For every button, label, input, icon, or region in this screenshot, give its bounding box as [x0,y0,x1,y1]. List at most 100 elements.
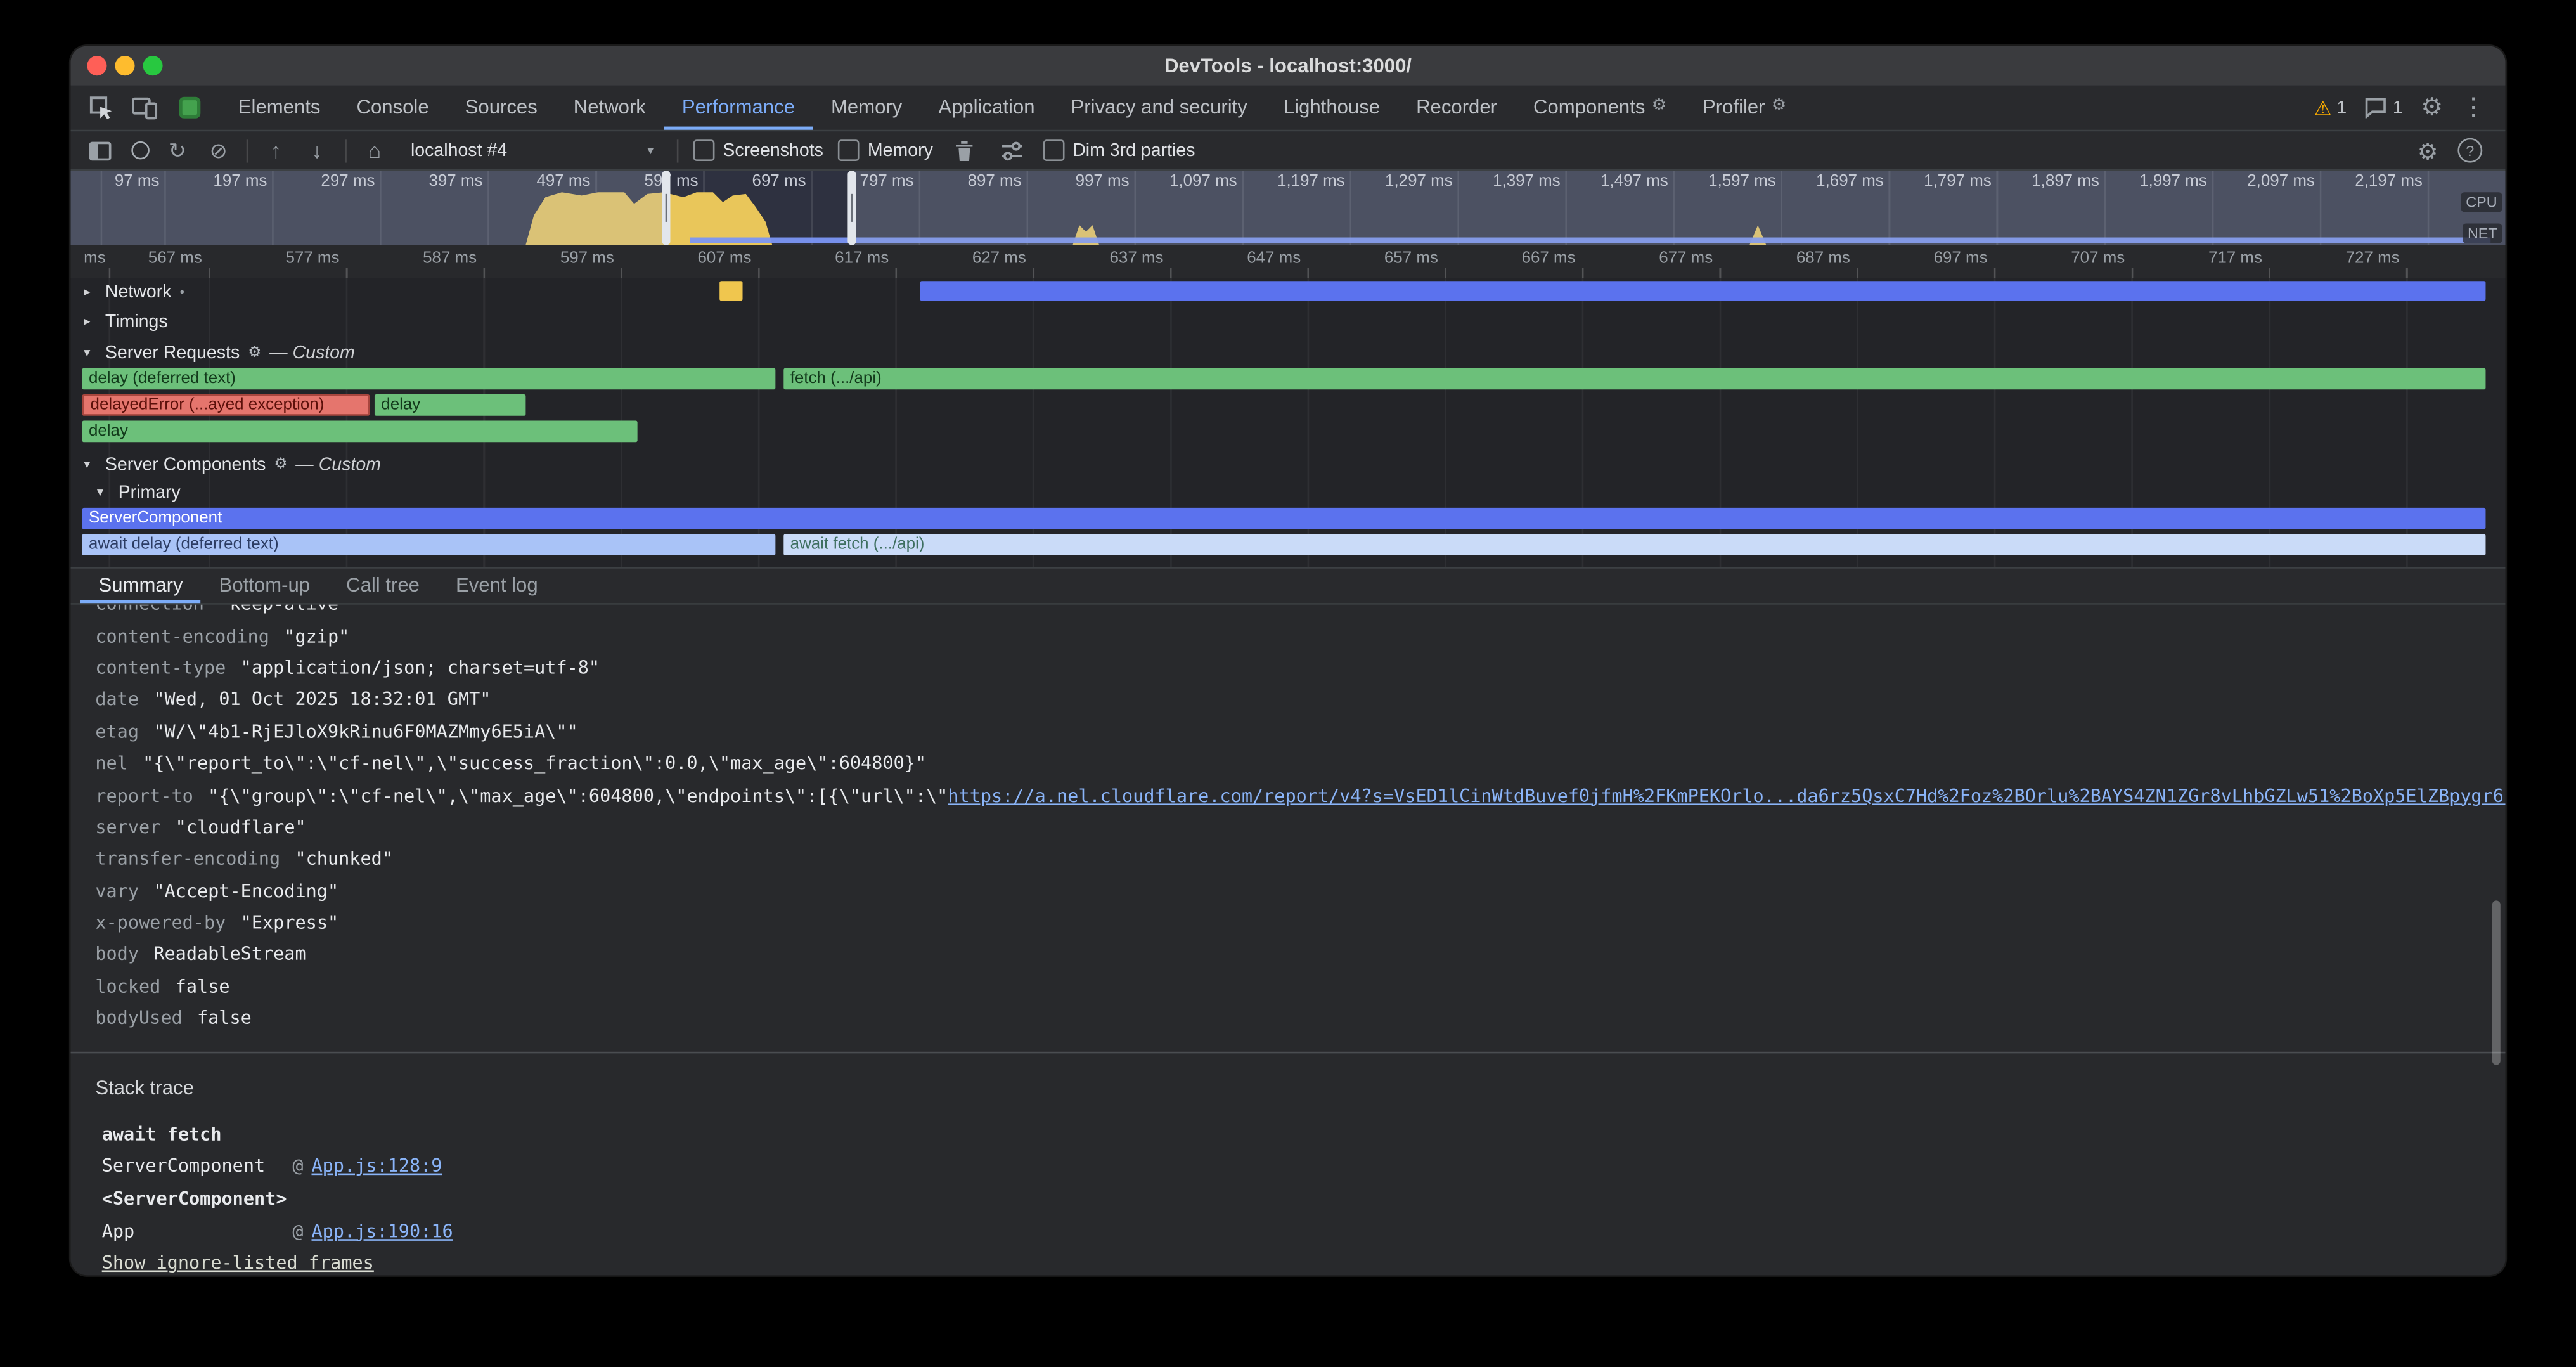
issues-badge[interactable]: 1 [2365,97,2403,119]
header-value: "W/\"4b1-RjEJloX9kRinu6F0MAZMmy6E5iA\"" [153,721,577,742]
save-profile-icon[interactable]: ↓ [304,139,330,161]
overview-time-label: 297 ms [321,172,380,191]
frame-header-text: await fetch [102,1124,222,1145]
header-row: nel"{\"report_to\":\"cf-nel\",\"success_… [95,748,2505,779]
tab-recorder[interactable]: Recorder [1398,86,1516,130]
frame-source-link[interactable]: App.js:128:9 [311,1156,442,1177]
timings-track-header[interactable]: ▸ Timings [84,309,167,334]
server-components-row-1: ServerComponent [70,508,2505,531]
record-icon[interactable] [131,141,150,160]
tab-lighthouse[interactable]: Lighthouse [1265,86,1398,130]
dim-3rd-parties-checkbox[interactable] [1043,139,1065,161]
server-components-track-header[interactable]: ▾ Server Components ⚙ — Custom [84,452,381,477]
load-profile-icon[interactable]: ↑ [263,139,289,161]
kebab-menu-icon[interactable]: ⋮ [2461,95,2486,120]
tab-application[interactable]: Application [920,86,1053,130]
summary-pane: connection"keep-alive" content-encoding"… [70,605,2505,1275]
timeline-overview[interactable]: 97 ms 197 ms 297 ms 397 ms 497 ms 597 ms… [70,171,2505,245]
event-bar[interactable]: delay [82,421,638,443]
event-bar[interactable]: delay (deferred text) [82,368,776,390]
screenshots-checkbox-group[interactable]: Screenshots [693,139,823,161]
network-conditions-icon[interactable] [995,133,1028,169]
memory-checkbox-group[interactable]: Memory [838,139,933,161]
dim-3rd-parties-label: Dim 3rd parties [1072,141,1195,160]
error-event-bar[interactable]: delayedError (...ayed exception) [82,394,370,416]
primary-group-title: Primary [119,483,181,502]
frame-function-name: App [102,1221,293,1242]
primary-group-header[interactable]: ▾ Primary [97,480,181,505]
caret-right-icon: ▸ [84,314,97,328]
header-value: "keep-alive" [219,605,349,615]
tab-components[interactable]: Components⚙ [1516,86,1685,130]
event-bar[interactable]: await delay (deferred text) [82,534,776,555]
screenshots-checkbox[interactable] [693,139,715,161]
tab-label: Bottom-up [219,573,310,595]
tab-event-log[interactable]: Event log [437,569,556,603]
tab-summary[interactable]: Summary [80,569,201,603]
server-requests-track-header[interactable]: ▾ Server Requests ⚙ — Custom [84,340,355,365]
memory-checkbox[interactable] [838,139,860,161]
selection-handle-left[interactable] [662,171,671,245]
tab-call-tree[interactable]: Call tree [328,569,438,603]
tab-sources[interactable]: Sources [447,86,555,130]
header-row: server"cloudflare" [95,812,2505,843]
dim-3rd-parties-checkbox-group[interactable]: Dim 3rd parties [1043,139,1195,161]
network-track-header[interactable]: ▸ Network ● [84,280,184,304]
help-icon[interactable]: ? [2457,138,2482,163]
record-and-reload-icon[interactable]: ↻ [164,139,190,161]
event-bar[interactable]: ServerComponent [82,508,2486,529]
device-toolbar-icon[interactable] [128,89,161,126]
stack-frame-header: await fetch [102,1118,2506,1151]
show-ignore-listed-frames-link[interactable]: Show ignore-listed frames [102,1252,374,1274]
devtools-window: DevTools - localhost:3000/ [70,46,2505,1276]
toggle-sidebar-icon[interactable] [84,133,117,169]
ruler-label: 717 ms [2208,250,2269,268]
tab-memory[interactable]: Memory [813,86,920,130]
overview-time-label: 497 ms [536,172,595,191]
tab-privacy-and-security[interactable]: Privacy and security [1053,86,1265,130]
tab-console[interactable]: Console [338,86,447,130]
tab-network[interactable]: Network [555,86,664,130]
tab-label: Privacy and security [1071,94,1247,117]
memory-label: Memory [868,141,933,160]
tab-label: Summary [99,573,183,595]
capture-settings-gear-icon[interactable]: ⚙ [2418,139,2438,162]
report-to-url-link[interactable]: https://a.nel.cloudflare.com/report/v4?s… [948,785,2505,807]
tab-elements[interactable]: Elements [220,86,338,130]
header-value: "Express" [241,912,338,934]
event-bar[interactable]: await fetch (.../api) [783,534,2485,555]
event-bar[interactable]: fetch (.../api) [783,368,2485,390]
frame-source-link[interactable]: App.js:190:16 [311,1221,453,1242]
property-value: false [197,1007,252,1029]
server-components-track-title: Server Components [105,455,266,474]
details-tabbar: Summary Bottom-up Call tree Event log [70,567,2505,605]
report-to-prefix: "{\"group\":\"cf-nel\",\"max_age\":60480… [208,785,948,807]
inspect-element-icon[interactable] [84,89,117,126]
overview-time-label: 1,897 ms [2032,172,2104,191]
history-dropdown[interactable]: localhost #4 ▾ [402,137,662,163]
tab-profiler[interactable]: Profiler⚙ [1685,86,1805,130]
tab-performance[interactable]: Performance [664,86,813,130]
tab-bottom-up[interactable]: Bottom-up [201,569,328,603]
garbage-collect-icon[interactable] [948,133,981,169]
selection-handle-right[interactable] [847,171,856,245]
clear-icon[interactable]: ⊘ [205,139,231,161]
settings-gear-icon[interactable]: ⚙ [2421,95,2443,120]
vertical-scrollbar[interactable] [2492,900,2501,1065]
network-request-bar[interactable] [920,281,2485,301]
ruler-label: 687 ms [1796,250,1857,268]
network-event-bar[interactable] [719,281,742,301]
overview-time-label: 197 ms [213,172,272,191]
event-bar[interactable]: delay [375,394,525,416]
header-row: vary"Accept-Encoding" [95,875,2505,907]
warnings-badge[interactable]: ⚠ 1 [2314,98,2347,117]
tab-label: Console [357,94,429,117]
live-metrics-home-icon[interactable]: ⌂ [361,139,387,161]
header-key: content-encoding [95,625,269,647]
warning-icon: ⚠ [2314,98,2332,117]
overview-time-label: 997 ms [1076,172,1135,191]
server-requests-row-2: delayedError (...ayed exception) delay [70,394,2505,417]
tab-label: Sources [465,94,538,117]
net-track-label: NET [2463,223,2502,243]
extension-icon[interactable] [172,89,205,126]
